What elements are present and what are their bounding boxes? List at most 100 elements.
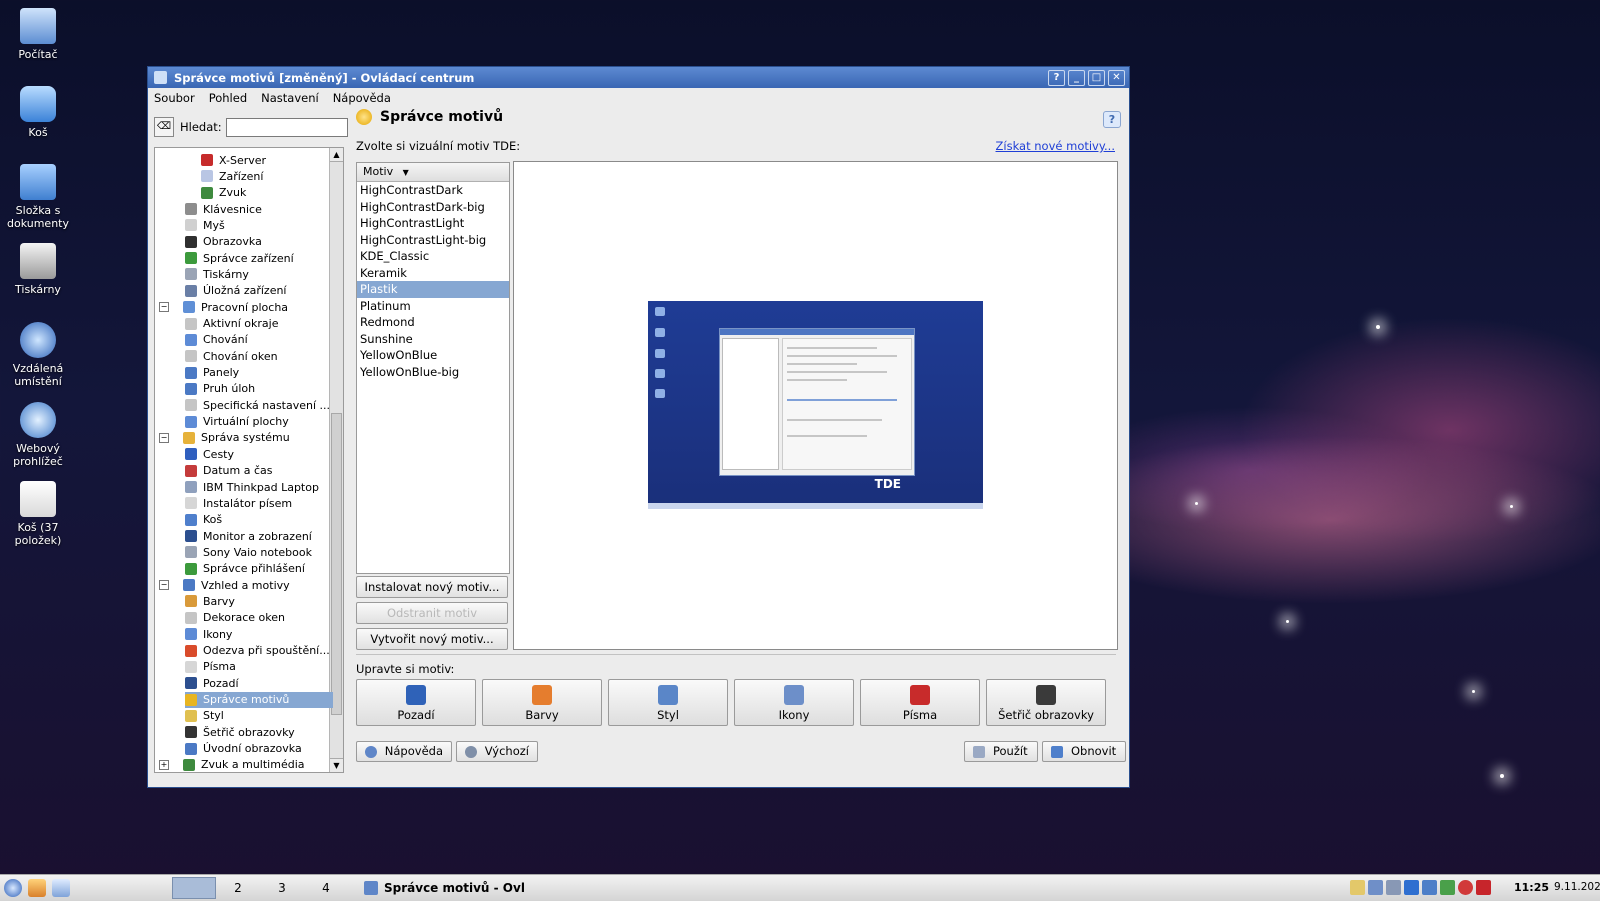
tree-item[interactable]: Zvuk (201, 185, 246, 201)
tree-item[interactable]: Pozadí (185, 675, 239, 691)
help-title-button[interactable]: ? (1048, 69, 1065, 86)
apply-button[interactable]: Použít (964, 741, 1038, 762)
theme-list-header[interactable]: Motiv ▼ (357, 163, 509, 182)
theme-list-item[interactable]: Keramik (357, 265, 509, 282)
tree-item[interactable]: Barvy (185, 593, 235, 609)
help-button[interactable]: Nápověda (356, 741, 452, 762)
reset-button[interactable]: Obnovit (1042, 741, 1126, 762)
tree-item[interactable]: Ikony (185, 626, 232, 642)
volume-icon[interactable] (1386, 880, 1401, 895)
tree-item[interactable]: Zařízení (201, 168, 263, 184)
tree-item[interactable]: Klávesnice (185, 201, 262, 217)
desktop-icon-trash[interactable]: Koš (0, 86, 76, 139)
maximize-button[interactable]: □ (1088, 69, 1105, 86)
menu-file[interactable]: Soubor (154, 91, 195, 105)
desktop-pager-4[interactable]: 4 (304, 877, 348, 899)
create-theme-button[interactable]: Vytvořit nový motiv... (356, 628, 508, 650)
tree-group-item[interactable]: Zvuk a multimédia (183, 757, 305, 772)
adjust-screensaver-button[interactable]: Šetřič obrazovky (986, 679, 1106, 726)
theme-list-item[interactable]: HighContrastLight (357, 215, 509, 232)
theme-list-item[interactable]: Platinum (357, 298, 509, 315)
tree-item[interactable]: Instalátor písem (185, 495, 292, 511)
bluetooth-icon[interactable] (1404, 880, 1419, 895)
desktop-icon-remote[interactable]: Vzdálená umístění (0, 322, 76, 388)
tree-item[interactable]: Obrazovka (185, 234, 262, 250)
tree-item[interactable]: IBM Thinkpad Laptop (185, 479, 319, 495)
collapse-icon[interactable]: − (159, 580, 169, 591)
theme-list-item[interactable]: HighContrastLight-big (357, 232, 509, 249)
menu-view[interactable]: Pohled (209, 91, 247, 105)
clear-search-icon[interactable]: ⌫ (154, 117, 174, 137)
window-titlebar[interactable]: Správce motivů [změněný] - Ovládací cent… (148, 67, 1129, 88)
clock-date[interactable]: 9.11.2024 (1554, 881, 1600, 893)
tree-item[interactable]: Šetřič obrazovky (185, 724, 295, 740)
theme-list-item[interactable]: KDE_Classic (357, 248, 509, 265)
monitor-icon[interactable] (1368, 880, 1383, 895)
adjust-background-button[interactable]: Pozadí (356, 679, 476, 726)
tree-scrollbar[interactable]: ▲ ▼ (329, 148, 343, 772)
tree-item[interactable]: Správce motivů (185, 691, 333, 708)
tree-item[interactable]: Odezva při spouštění... (185, 643, 330, 659)
task-theme-manager[interactable]: Správce motivů - Ovl (360, 877, 532, 899)
collapse-icon[interactable]: − (159, 302, 169, 313)
desktop-icon-documents[interactable]: Složka s dokumenty (0, 164, 76, 230)
tree-item[interactable]: Virtuální plochy (185, 414, 289, 430)
tree-item[interactable]: Datum a čas (185, 463, 272, 479)
whats-this-help-icon[interactable]: ? (1103, 111, 1121, 128)
theme-list-item[interactable]: Redmond (357, 314, 509, 331)
adjust-colors-button[interactable]: Barvy (482, 679, 602, 726)
tree-item[interactable]: Styl (185, 708, 224, 724)
theme-list-item[interactable]: YellowOnBlue-big (357, 364, 509, 381)
tree-item[interactable]: Písma (185, 659, 236, 675)
adjust-style-button[interactable]: Styl (608, 679, 728, 726)
clock-time[interactable]: 11:25 (1514, 881, 1549, 894)
desktop-icon-browser[interactable]: Webový prohlížeč (0, 402, 76, 468)
keyboard-layout-icon[interactable] (1476, 880, 1491, 895)
update-notifier-icon[interactable] (1458, 880, 1473, 895)
theme-list-item[interactable]: Sunshine (357, 331, 509, 348)
adjust-icons-button[interactable]: Ikony (734, 679, 854, 726)
clipboard-icon[interactable] (1350, 880, 1365, 895)
tree-group-item[interactable]: Vzhled a motivy (183, 577, 290, 593)
desktop-pager-1[interactable]: 1 (172, 877, 216, 899)
desktop-icon-computer[interactable]: Počítač (0, 8, 76, 61)
remove-theme-button[interactable]: Odstranit motiv (356, 602, 508, 624)
tree-item[interactable]: Úvodní obrazovka (185, 741, 302, 757)
collapse-icon[interactable]: − (159, 432, 169, 443)
desktop-icon-full-trash[interactable]: Koš (37 položek) (0, 481, 76, 547)
tree-item[interactable]: Chování (185, 332, 248, 348)
tree-item[interactable]: Tiskárny (185, 266, 249, 282)
tree-item[interactable]: Dekorace oken (185, 610, 285, 626)
tde-menu-icon[interactable] (4, 879, 22, 897)
tree-item[interactable]: Aktivní okraje (185, 316, 279, 332)
tree-item[interactable]: X-Server (201, 152, 266, 168)
theme-list-item[interactable]: HighContrastDark-big (357, 199, 509, 216)
search-input[interactable] (225, 117, 348, 137)
get-new-themes-link[interactable]: Získat nové motivy... (996, 139, 1115, 153)
close-button[interactable]: ✕ (1108, 69, 1125, 86)
scroll-down-icon[interactable]: ▼ (330, 758, 343, 772)
network-icon[interactable] (1422, 880, 1437, 895)
tree-item[interactable]: Úložná zařízení (185, 283, 286, 299)
tree-group-item[interactable]: Pracovní plocha (183, 299, 288, 315)
minimize-button[interactable]: _ (1068, 69, 1085, 86)
tree-item[interactable]: Správce zařízení (185, 250, 294, 266)
theme-list-item[interactable]: Plastik (357, 281, 509, 298)
tree-item[interactable]: Správce přihlášení (185, 561, 305, 577)
desktop-pager-3[interactable]: 3 (260, 877, 304, 899)
tree-item[interactable]: Pruh úloh (185, 381, 255, 397)
desktop-pager-2[interactable]: 2 (216, 877, 260, 899)
adjust-fonts-button[interactable]: Písma (860, 679, 980, 726)
home-folder-icon[interactable] (28, 879, 46, 897)
theme-list-item[interactable]: HighContrastDark (357, 182, 509, 199)
install-theme-button[interactable]: Instalovat nový motiv... (356, 576, 508, 598)
tree-item[interactable]: Sony Vaio notebook (185, 544, 312, 560)
power-icon[interactable] (1440, 880, 1455, 895)
menu-help[interactable]: Nápověda (333, 91, 391, 105)
menu-settings[interactable]: Nastavení (261, 91, 319, 105)
tree-item[interactable]: Cesty (185, 446, 234, 462)
scroll-thumb[interactable] (331, 413, 342, 715)
desktop-icon-printers[interactable]: Tiskárny (0, 243, 76, 296)
tree-item[interactable]: Monitor a zobrazení (185, 528, 312, 544)
tree-item[interactable]: Chování oken (185, 348, 278, 364)
